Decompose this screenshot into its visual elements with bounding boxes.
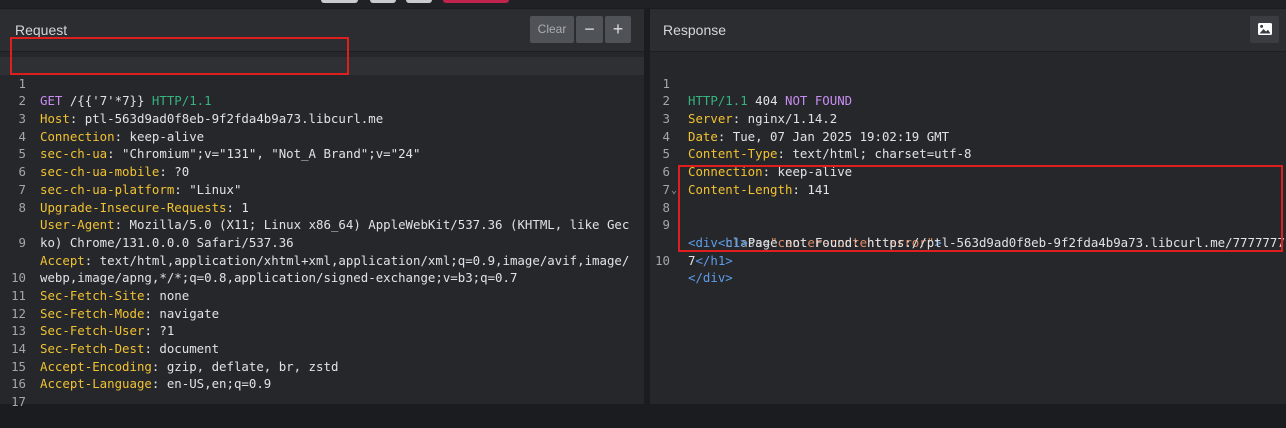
request-title: Request	[15, 22, 68, 38]
request-editor[interactable]: 1 GET /{{'7'*7}} HTTP/1.1 2 Host: ptl-56…	[0, 57, 644, 409]
code-line: 1 HTTP/1.1 404 NOT FOUND	[650, 57, 1286, 109]
toolbar-button-edge[interactable]	[370, 0, 396, 3]
code-line: 5 sec-ch-ua-mobile: ?0	[0, 128, 644, 179]
clear-button[interactable]: Clear	[530, 16, 574, 43]
code-line: 17	[0, 375, 644, 409]
decrease-font-button[interactable]: −	[576, 16, 603, 43]
code-line: 9 <h1>Page not Found: https://ptl-563d9a…	[650, 199, 1286, 250]
request-panel-header: Request Clear − +	[0, 9, 644, 52]
code-line: 2 Host: ptl-563d9ad0f8eb-9f2fda4b9a73.li…	[0, 75, 644, 126]
toolbar-input-edge[interactable]	[321, 0, 358, 3]
code-line: 12 Sec-Fetch-User: ?1	[0, 287, 644, 339]
code-line: 3 Date: Tue, 07 Jan 2025 19:02:19 GMT	[650, 92, 1286, 144]
code-line: 16	[0, 358, 644, 391]
code-line: 6 sec-ch-ua-platform: "Linux"	[0, 145, 644, 197]
toolbar-action-button-edge[interactable]	[443, 0, 509, 3]
code-line: 4 Content-Type: text/html; charset=utf-8	[650, 110, 1286, 162]
fold-chevron-icon[interactable]: ⌄	[671, 182, 677, 200]
code-line: 9 Accept: text/html,application/xhtml+xm…	[0, 216, 644, 268]
response-viewer[interactable]: 1 HTTP/1.1 404 NOT FOUND 2 Server: nginx…	[650, 57, 1286, 286]
code-line: 3 Connection: keep-alive	[0, 92, 644, 144]
html-tag: </h1>	[695, 252, 733, 268]
code-line: 1 GET /{{'7'*7}} HTTP/1.1	[0, 57, 644, 108]
code-line: 7 Upgrade-Insecure-Requests: 1	[0, 163, 644, 215]
code-line: 6 Content-Length: 141	[650, 145, 1286, 197]
code-line: 10 </div>	[650, 234, 1286, 286]
code-line: 2 Server: nginx/1.14.2	[650, 75, 1286, 126]
image-view-button[interactable]	[1250, 16, 1279, 43]
code-line: 13 Sec-Fetch-Dest: document	[0, 305, 644, 356]
code-line: 10 Sec-Fetch-Site: none	[0, 252, 644, 303]
code-line-wrap: ko) Chrome/131.0.0.0 Safari/537.36	[0, 199, 644, 250]
response-panel-header: Response	[650, 9, 1286, 52]
request-panel: Request Clear − + 1 GET /{{'7'*7}} HTTP/…	[0, 9, 644, 409]
code-line: 11 Sec-Fetch-Mode: navigate	[0, 269, 644, 321]
image-icon	[1258, 23, 1272, 35]
code-line: 5 Connection: keep-alive	[650, 128, 1286, 179]
code-line: 4 sec-ch-ua: "Chromium";v="131", "Not_A …	[0, 110, 644, 162]
code-line: 15 Accept-Language: en-US,en;q=0.9	[0, 340, 644, 392]
code-line: 8 User-Agent: Mozilla/5.0 (X11; Linux x8…	[0, 181, 644, 233]
code-line: 8 ⌄ <div class="center-content error">	[650, 181, 1286, 250]
response-panel: Response 1 HTTP/1.1 404 NOT FOUND 2 Serv…	[650, 9, 1286, 404]
top-toolbar-strip	[0, 0, 1286, 8]
line-number: 17	[11, 394, 26, 410]
code-line-wrap: webp,image/apng,*/*;q=0.8,application/si…	[0, 234, 644, 285]
html-tag: </div>	[688, 270, 733, 286]
code-line: 7	[650, 163, 1286, 197]
line-number: 10	[655, 252, 670, 268]
code-line-wrap: 7</h1>	[650, 216, 1286, 268]
response-title: Response	[663, 22, 727, 38]
increase-font-button[interactable]: +	[605, 16, 631, 43]
toolbar-button-edge[interactable]	[406, 0, 432, 3]
code-line: 14 Accept-Encoding: gzip, deflate, br, z…	[0, 322, 644, 374]
